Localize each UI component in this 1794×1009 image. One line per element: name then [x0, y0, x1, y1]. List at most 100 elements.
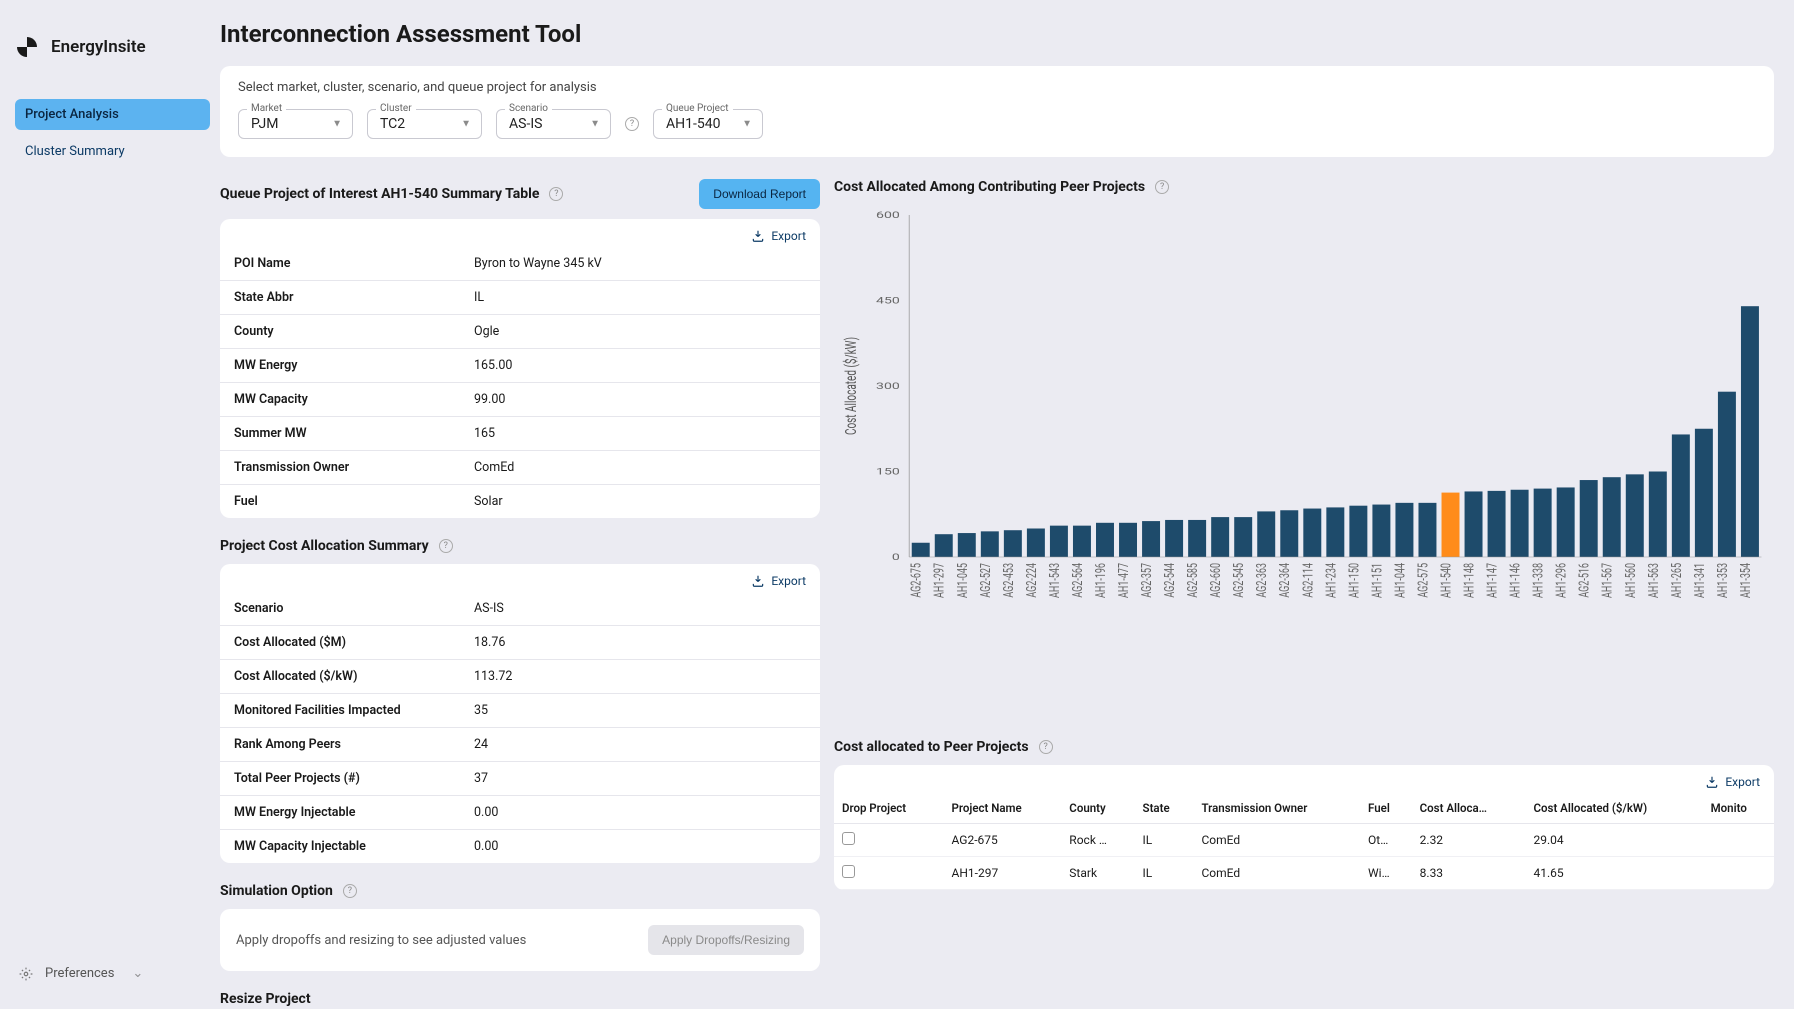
- svg-text:AH1-148: AH1-148: [1460, 563, 1477, 598]
- chart-title: Cost Allocated Among Contributing Peer P…: [834, 179, 1145, 195]
- bar-AG2-527[interactable]: [981, 531, 999, 557]
- bar-AG2-660[interactable]: [1211, 517, 1229, 557]
- svg-text:AH1-045: AH1-045: [954, 563, 971, 598]
- table-row: ScenarioAS-IS: [220, 592, 820, 626]
- svg-text:AG2-114: AG2-114: [1299, 563, 1316, 598]
- bar-AH1-354[interactable]: [1741, 306, 1759, 557]
- peer-table: Drop ProjectProject NameCountyStateTrans…: [834, 793, 1774, 890]
- drop-checkbox[interactable]: [842, 832, 855, 845]
- bar-AG2-675[interactable]: [912, 543, 930, 557]
- bar-AH1-045[interactable]: [958, 533, 976, 557]
- svg-text:AH1-296: AH1-296: [1553, 563, 1570, 598]
- chevron-down-icon: ▼: [742, 119, 752, 130]
- bar-AH1-148[interactable]: [1465, 491, 1483, 557]
- main: Interconnection Assessment Tool Select m…: [220, 0, 1794, 1009]
- bar-AH1-146[interactable]: [1511, 490, 1529, 557]
- help-icon[interactable]: ?: [343, 884, 357, 898]
- help-icon[interactable]: ?: [549, 187, 563, 201]
- bar-AH1-540[interactable]: [1442, 493, 1460, 557]
- svg-text:AH1-354: AH1-354: [1737, 563, 1754, 598]
- bar-AH1-353[interactable]: [1718, 392, 1736, 557]
- bar-AG2-357[interactable]: [1142, 521, 1160, 557]
- chevron-down-icon: ⌄: [132, 966, 143, 981]
- bar-AG2-564[interactable]: [1073, 526, 1091, 557]
- bar-AG2-224[interactable]: [1027, 529, 1045, 558]
- export-peer-button[interactable]: Export: [1705, 775, 1760, 789]
- bar-AH1-044[interactable]: [1395, 503, 1413, 557]
- svg-text:AH1-567: AH1-567: [1599, 563, 1616, 598]
- svg-text:AG2-363: AG2-363: [1253, 563, 1270, 598]
- svg-text:AH1-353: AH1-353: [1714, 563, 1731, 598]
- export-cost-button[interactable]: Export: [751, 574, 806, 588]
- nav-project-analysis[interactable]: Project Analysis: [15, 99, 210, 130]
- bar-AH1-150[interactable]: [1349, 506, 1367, 557]
- bar-AH1-560[interactable]: [1626, 474, 1644, 557]
- drop-checkbox[interactable]: [842, 865, 855, 878]
- market-select[interactable]: Market PJM ▼: [238, 109, 353, 139]
- table-row: AH1-297 Stark IL ComEd Wi… 8.33 41.65: [834, 857, 1774, 890]
- help-icon[interactable]: ?: [625, 117, 639, 131]
- svg-text:300: 300: [876, 381, 900, 392]
- svg-text:AH1-196: AH1-196: [1092, 563, 1109, 598]
- bar-AH1-297[interactable]: [935, 534, 953, 557]
- summary-title: Queue Project of Interest AH1-540 Summar…: [220, 186, 539, 202]
- bar-AH1-265[interactable]: [1672, 434, 1690, 557]
- bar-AH1-234[interactable]: [1326, 507, 1344, 557]
- bar-AG2-545[interactable]: [1234, 517, 1252, 557]
- bar-AG2-114[interactable]: [1303, 509, 1321, 557]
- bar-AH1-567[interactable]: [1603, 477, 1621, 557]
- bar-AH1-338[interactable]: [1534, 489, 1552, 557]
- bar-AH1-563[interactable]: [1649, 472, 1667, 558]
- svg-text:AG2-544: AG2-544: [1161, 563, 1178, 598]
- queue-select[interactable]: Queue Project AH1-540 ▼: [653, 109, 763, 139]
- help-icon[interactable]: ?: [1039, 740, 1053, 754]
- peer-card: Export Drop ProjectProject NameCountySta…: [834, 765, 1774, 890]
- svg-text:AG2-357: AG2-357: [1138, 563, 1155, 598]
- preferences-menu[interactable]: Preferences ⌄: [15, 958, 210, 989]
- table-row: Monitored Facilities Impacted35: [220, 694, 820, 728]
- svg-text:AH1-543: AH1-543: [1046, 563, 1063, 598]
- export-summary-button[interactable]: Export: [751, 229, 806, 243]
- bar-AH1-196[interactable]: [1096, 523, 1114, 557]
- bar-AG2-364[interactable]: [1280, 510, 1298, 557]
- bar-AH1-543[interactable]: [1050, 526, 1068, 557]
- svg-text:AG2-224: AG2-224: [1023, 563, 1040, 598]
- svg-text:AH1-341: AH1-341: [1691, 563, 1708, 598]
- svg-text:AH1-563: AH1-563: [1645, 563, 1662, 598]
- svg-text:AG2-364: AG2-364: [1276, 563, 1293, 598]
- selector-instruction: Select market, cluster, scenario, and qu…: [238, 80, 1756, 95]
- svg-text:AG2-545: AG2-545: [1230, 563, 1247, 598]
- apply-dropoffs-button[interactable]: Apply Dropoffs/Resizing: [648, 925, 804, 955]
- bar-AH1-147[interactable]: [1488, 491, 1506, 557]
- bar-AH1-341[interactable]: [1695, 429, 1713, 557]
- bar-AG2-453[interactable]: [1004, 530, 1022, 557]
- svg-text:AG2-516: AG2-516: [1576, 563, 1593, 598]
- download-report-button[interactable]: Download Report: [699, 179, 820, 209]
- sidebar: EnergyInsite Project Analysis Cluster Su…: [0, 0, 220, 1009]
- nav-cluster-summary[interactable]: Cluster Summary: [15, 136, 210, 167]
- resize-title: Resize Project: [220, 991, 311, 1007]
- bar-AG2-575[interactable]: [1418, 503, 1436, 557]
- table-row: POI NameByron to Wayne 345 kV: [220, 247, 820, 281]
- svg-text:AH1-560: AH1-560: [1622, 563, 1639, 598]
- peer-title: Cost allocated to Peer Projects: [834, 739, 1029, 755]
- cluster-select[interactable]: Cluster TC2 ▼: [367, 109, 482, 139]
- bar-AH1-296[interactable]: [1557, 487, 1575, 557]
- table-row: Rank Among Peers24: [220, 728, 820, 762]
- bar-AG2-363[interactable]: [1257, 511, 1275, 557]
- bar-AG2-516[interactable]: [1580, 480, 1598, 557]
- help-icon[interactable]: ?: [439, 539, 453, 553]
- svg-text:AG2-660: AG2-660: [1207, 563, 1224, 598]
- table-row: FuelSolar: [220, 485, 820, 519]
- svg-text:AG2-453: AG2-453: [1000, 563, 1017, 598]
- table-row: MW Capacity99.00: [220, 383, 820, 417]
- bar-AH1-151[interactable]: [1372, 505, 1390, 557]
- help-icon[interactable]: ?: [1155, 180, 1169, 194]
- bar-AG2-544[interactable]: [1165, 520, 1183, 557]
- bar-AH1-477[interactable]: [1119, 523, 1137, 557]
- gear-icon: [19, 967, 33, 981]
- brand-text: EnergyInsite: [51, 37, 146, 57]
- bar-AG2-585[interactable]: [1188, 520, 1206, 557]
- table-row: State AbbrIL: [220, 281, 820, 315]
- scenario-select[interactable]: Scenario AS-IS ▼: [496, 109, 611, 139]
